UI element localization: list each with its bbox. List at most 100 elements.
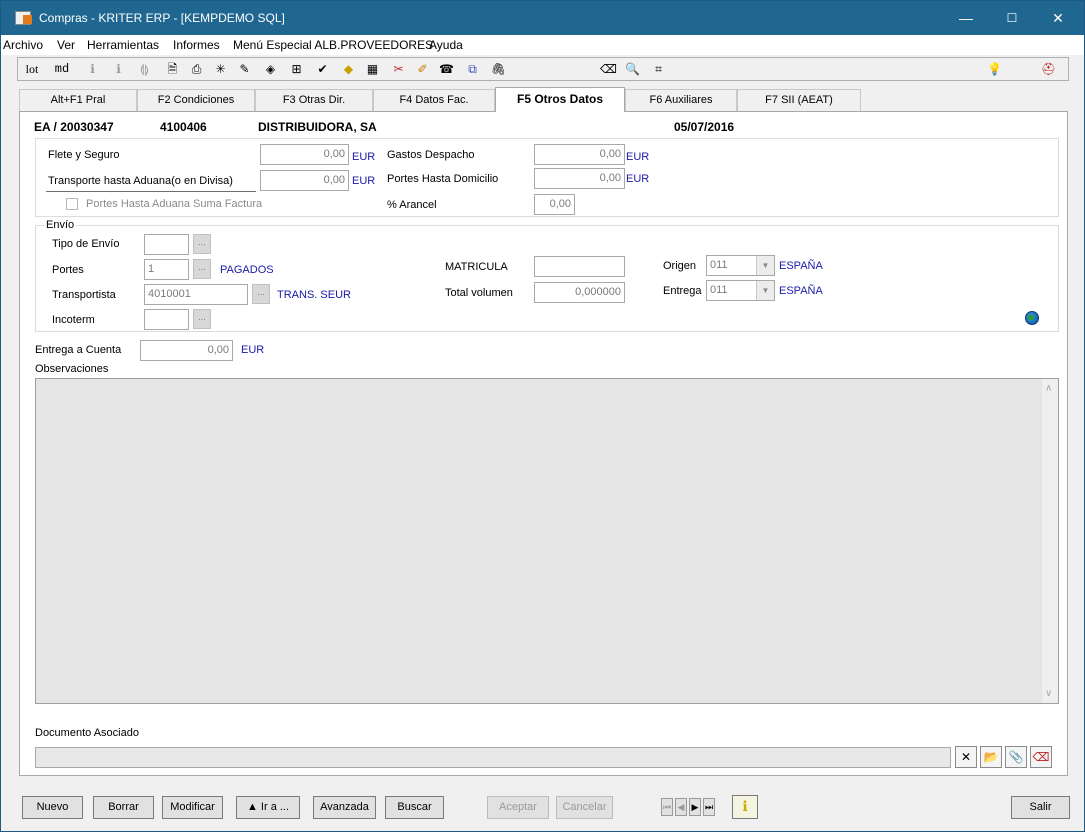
- gastos-label: Gastos Despacho: [387, 149, 475, 161]
- transportista-lookup-button[interactable]: ...: [252, 284, 270, 304]
- incoterm-field[interactable]: [144, 309, 189, 330]
- info-icon[interactable]: ℹ: [732, 795, 758, 819]
- chevron-down-icon[interactable]: ▼: [756, 281, 774, 300]
- menu-archivo[interactable]: Archivo: [3, 38, 43, 52]
- total-volumen-field[interactable]: 0,000000: [534, 282, 625, 303]
- chevron-down-icon[interactable]: ∨: [1045, 688, 1052, 699]
- avanzada-button[interactable]: Avanzada: [313, 796, 376, 819]
- menu-herramientas[interactable]: Herramientas: [87, 38, 159, 52]
- chevron-up-icon[interactable]: ∧: [1045, 383, 1052, 394]
- info-alt-icon[interactable]: ℹ: [110, 61, 127, 77]
- tab-datos-fac[interactable]: F4 Datos Fac.: [373, 89, 495, 111]
- chevron-down-icon[interactable]: ▼: [756, 256, 774, 275]
- paperclip-icon[interactable]: 🖇: [490, 61, 507, 77]
- info-icon[interactable]: ℹ: [84, 61, 101, 77]
- check-icon[interactable]: ✔: [314, 61, 331, 77]
- menu-ayuda[interactable]: Ayuda: [429, 38, 463, 52]
- entrega-cuenta-field[interactable]: 0,00: [140, 340, 233, 361]
- tab-sii[interactable]: F7 SII (AEAT): [737, 89, 861, 111]
- portes-lookup-button[interactable]: ...: [193, 259, 211, 279]
- portes-label: Portes: [52, 264, 84, 276]
- nuevo-button[interactable]: Nuevo: [22, 796, 83, 819]
- last-record-icon[interactable]: ⏭: [703, 798, 715, 816]
- incoterm-label: Incoterm: [52, 314, 95, 326]
- flete-field[interactable]: 0,00: [260, 144, 349, 165]
- tab-auxiliares[interactable]: F6 Auxiliares: [625, 89, 737, 111]
- lightbulb-icon[interactable]: 💡: [986, 61, 1003, 77]
- menu-especial[interactable]: Menú Especial ALB.PROVEEDORES: [233, 38, 433, 52]
- tool-icon[interactable]: ✎: [236, 61, 253, 77]
- origen-select[interactable]: 011 ▼: [706, 255, 775, 276]
- tab-condiciones[interactable]: F2 Condiciones: [137, 89, 255, 111]
- incoterm-lookup-button[interactable]: ...: [193, 309, 211, 329]
- ir-a-button[interactable]: ▲ Ir a ...: [236, 796, 300, 819]
- eraser-icon[interactable]: ⌫: [1030, 746, 1052, 768]
- preview-icon[interactable]: 🗎: [164, 61, 181, 77]
- grid-icon[interactable]: ▦: [364, 61, 381, 77]
- transporte-currency: EUR: [352, 175, 376, 187]
- phone-icon[interactable]: ☎: [438, 61, 455, 77]
- documento-asociado-field[interactable]: [35, 747, 951, 768]
- gastos-field[interactable]: 0,00: [534, 144, 625, 165]
- lot-button[interactable]: lot: [22, 61, 42, 77]
- entrega-select[interactable]: 011 ▼: [706, 280, 775, 301]
- close-button[interactable]: ✕: [1035, 1, 1081, 35]
- entrega-label: Entrega: [663, 285, 702, 297]
- tipo-envio-lookup-button[interactable]: ...: [193, 234, 211, 254]
- search-doc-icon[interactable]: 🔍: [624, 61, 641, 77]
- diamond-icon[interactable]: ◈: [262, 61, 279, 77]
- table-icon[interactable]: ⌗: [650, 61, 667, 77]
- tools-icon[interactable]: ✂: [390, 61, 407, 77]
- matricula-field[interactable]: [534, 256, 625, 277]
- toolbar: lot md ℹ ℹ ⟬⟭ 🗎 ⎙ ✳ ✎ ◈ ⊞ ✔ ◆ ▦ ✂ ✐ ☎ ⧉ …: [17, 57, 1069, 81]
- tab-otras-dir[interactable]: F3 Otras Dir.: [255, 89, 373, 111]
- attach-icon[interactable]: 📎: [1005, 746, 1027, 768]
- first-record-icon[interactable]: ⏮: [661, 798, 673, 816]
- brush-icon[interactable]: ✐: [414, 61, 431, 77]
- minimize-button[interactable]: —: [943, 1, 989, 35]
- open-folder-icon[interactable]: 📂: [980, 746, 1002, 768]
- md-button[interactable]: md: [52, 61, 72, 77]
- modificar-button[interactable]: Modificar: [162, 796, 223, 819]
- transporte-field[interactable]: 0,00: [260, 170, 349, 191]
- menu-informes[interactable]: Informes: [173, 38, 220, 52]
- tipo-envio-field[interactable]: [144, 234, 189, 255]
- supplier-code: 4100406: [160, 120, 207, 134]
- borrar-button[interactable]: Borrar: [93, 796, 154, 819]
- exit-icon[interactable]: ⛑: [1040, 61, 1057, 77]
- aceptar-button[interactable]: Aceptar: [487, 796, 549, 819]
- asterisk-icon[interactable]: ✳: [212, 61, 229, 77]
- observaciones-scrollbar[interactable]: ∧ ∨: [1041, 379, 1058, 703]
- gastos-currency: EUR: [626, 151, 650, 163]
- arancel-field[interactable]: 0,00: [534, 194, 575, 215]
- warning-icon[interactable]: ◆: [340, 61, 357, 77]
- hierarchy-icon[interactable]: ⊞: [288, 61, 305, 77]
- bracket-icon[interactable]: ⟬⟭: [136, 61, 153, 77]
- tab-pral[interactable]: Alt+F1 Pral: [19, 89, 137, 111]
- next-record-icon[interactable]: ▶: [689, 798, 701, 816]
- tipo-envio-label: Tipo de Envío: [52, 238, 120, 250]
- flete-label: Flete y Seguro: [48, 149, 120, 161]
- salir-button[interactable]: Salir: [1011, 796, 1070, 819]
- maximize-button[interactable]: ☐: [989, 1, 1035, 35]
- globe-icon[interactable]: [1025, 311, 1039, 325]
- portes-domicilio-field[interactable]: 0,00: [534, 168, 625, 189]
- portes-aduana-checkbox[interactable]: [66, 198, 78, 210]
- tab-otros-datos[interactable]: F5 Otros Datos: [495, 87, 625, 112]
- menu-ver[interactable]: Ver: [57, 38, 75, 52]
- previous-record-icon[interactable]: ◀: [675, 798, 687, 816]
- clear-document-icon[interactable]: ✕: [955, 746, 977, 768]
- app-icon[interactable]: [15, 11, 32, 25]
- observaciones-textarea[interactable]: ∧ ∨: [35, 378, 1059, 704]
- portes-field[interactable]: 1: [144, 259, 189, 280]
- app-window: Compras - KRITER ERP - [KEMPDEMO SQL] — …: [0, 0, 1085, 832]
- clip-icon[interactable]: ⧉: [464, 61, 481, 77]
- print-icon[interactable]: ⎙: [188, 61, 205, 77]
- origen-value: 011: [710, 259, 728, 271]
- cancelar-button[interactable]: Cancelar: [556, 796, 613, 819]
- costs-group: Flete y Seguro 0,00 EUR Transporte hasta…: [35, 138, 1059, 217]
- portes-aduana-label: Portes Hasta Aduana Suma Factura: [86, 198, 263, 210]
- eraser-icon[interactable]: ⌫: [600, 61, 617, 77]
- transportista-field[interactable]: 4010001: [144, 284, 248, 305]
- buscar-button[interactable]: Buscar: [385, 796, 444, 819]
